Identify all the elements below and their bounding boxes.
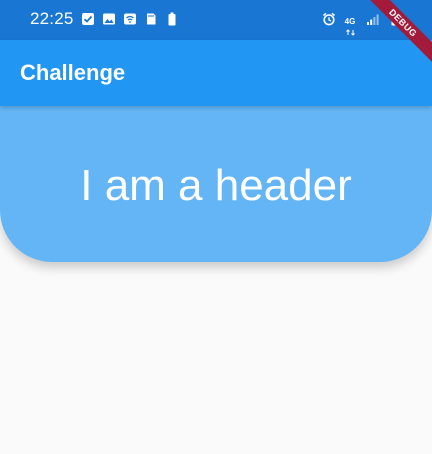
header-text: I am a header [80,161,352,210]
app-bar-title: Challenge [20,60,126,85]
battery-icon [165,12,179,26]
sd-card-icon [144,12,158,26]
status-bar: 22:25 4G DEBUG [0,0,432,67]
header-card: I am a header [0,106,432,262]
status-time: 22:25 [30,9,74,28]
signal-icon [366,12,380,26]
status-icons-left [81,12,179,26]
wifi-icon [123,12,137,26]
network-label: 4G [344,17,356,26]
check-icon [81,12,95,26]
network-4g-icon: 4G [344,11,358,36]
image-icon [102,12,116,26]
app-bar: Challenge [0,40,432,106]
alarm-icon [322,12,336,26]
